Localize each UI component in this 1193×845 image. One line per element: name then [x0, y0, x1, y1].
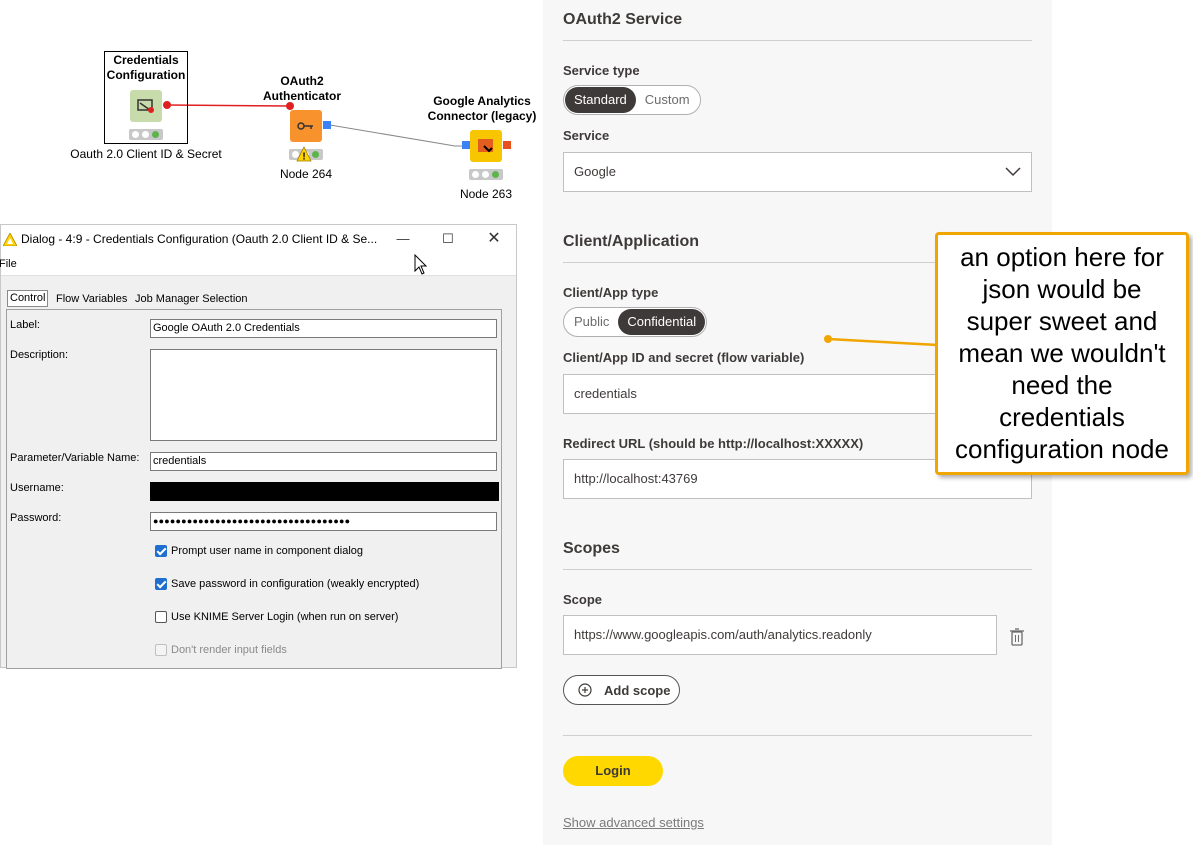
client-type-toggle: Public Confidential	[563, 307, 708, 337]
scope-input[interactable]: https://www.googleapis.com/auth/analytic…	[563, 615, 997, 655]
callout-pointer	[824, 335, 939, 347]
analytics-input-port[interactable]	[462, 141, 470, 149]
credentials-node-title: Credentials Configuration	[106, 53, 186, 82]
scopes-heading: Scopes	[563, 540, 620, 557]
annotation-callout: an option here for json would be super s…	[935, 232, 1189, 475]
divider	[563, 735, 1032, 736]
divider	[563, 40, 1032, 41]
service-select[interactable]: Google	[563, 152, 1032, 192]
credentials-node-caption[interactable]: Oauth 2.0 Client ID & Secret	[62, 147, 230, 161]
credentials-node-status	[129, 129, 163, 140]
service-type-custom[interactable]: Custom	[636, 87, 699, 113]
server-login-label: Use KNIME Server Login (when run on serv…	[171, 611, 399, 623]
chevron-down-icon	[1005, 167, 1021, 177]
oauth2-node-caption[interactable]: Node 264	[256, 167, 356, 181]
show-advanced-settings-link[interactable]: Show advanced settings	[563, 815, 704, 830]
warning-icon: !	[296, 146, 312, 162]
oauth2-service-heading: OAuth2 Service	[563, 11, 683, 28]
tab-flow-variables[interactable]: Flow Variables	[56, 292, 127, 307]
service-label: Service	[563, 128, 610, 143]
credentials-dialog: Dialog - 4:9 - Credentials Configuration…	[0, 224, 517, 669]
parameter-input[interactable]: credentials	[150, 452, 497, 471]
scope-label: Scope	[563, 592, 603, 607]
svg-text:!: !	[302, 152, 305, 163]
close-icon[interactable]: ✕	[484, 229, 504, 249]
save-password-label: Save password in configuration (weakly e…	[171, 578, 420, 590]
mouse-cursor-icon	[414, 254, 428, 275]
description-textarea[interactable]	[150, 349, 497, 441]
menu-file[interactable]: File	[0, 258, 17, 270]
trash-icon[interactable]	[1009, 628, 1025, 646]
client-id-label: Client/App ID and secret (flow variable)	[563, 350, 805, 365]
login-button[interactable]: Login	[563, 756, 663, 786]
service-type-standard[interactable]: Standard	[565, 87, 636, 113]
client-type-label: Client/App type	[563, 285, 659, 300]
tab-control[interactable]: Control	[7, 290, 49, 307]
add-scope-button[interactable]: Add scope	[563, 675, 680, 705]
callout-text: an option here for json would be super s…	[955, 242, 1169, 464]
credentials-icon[interactable]	[130, 90, 162, 122]
maximize-icon[interactable]: ☐	[438, 229, 458, 249]
plus-circle-icon	[578, 683, 592, 697]
analytics-node-status	[469, 169, 503, 180]
client-application-heading: Client/Application	[563, 233, 699, 250]
server-login-checkbox[interactable]	[155, 611, 167, 623]
analytics-connector-icon[interactable]	[470, 130, 502, 162]
dialog-titlebar[interactable]: Dialog - 4:9 - Credentials Configuration…	[1, 225, 516, 253]
prompt-username-label: Prompt user name in component dialog	[171, 545, 363, 557]
analytics-node-title: Google Analytics Connector (legacy)	[427, 94, 537, 123]
prompt-username-checkbox[interactable]	[155, 545, 167, 557]
save-password-checkbox[interactable]	[155, 578, 167, 590]
client-type-public[interactable]: Public	[565, 309, 618, 335]
client-type-confidential[interactable]: Confidential	[618, 309, 706, 335]
analytics-output-port[interactable]	[503, 141, 511, 149]
username-input-redacted[interactable]	[150, 482, 499, 501]
description-field-label: Description:	[10, 349, 69, 361]
oauth2-node-title: OAuth2 Authenticator	[263, 74, 341, 103]
key-icon[interactable]	[290, 110, 322, 142]
label-field-label: Label:	[10, 319, 40, 331]
redirect-url-label: Redirect URL (should be http://localhost…	[563, 436, 864, 451]
control-panel: Label: Google OAuth 2.0 Credentials Desc…	[6, 309, 502, 669]
dont-render-label: Don't render input fields	[171, 644, 287, 656]
minimize-icon[interactable]: —	[393, 229, 413, 249]
service-type-label: Service type	[563, 63, 640, 78]
connection-oauth2-analytics	[329, 124, 466, 147]
divider	[563, 569, 1032, 570]
dont-render-checkbox	[155, 644, 167, 656]
parameter-field-label: Parameter/Variable Name:	[10, 452, 140, 464]
password-input[interactable]: ●●●●●●●●●●●●●●●●●●●●●●●●●●●●●●●●●●●	[150, 512, 497, 531]
add-scope-label: Add scope	[604, 683, 671, 698]
dialog-title: Dialog - 4:9 - Credentials Configuration…	[21, 232, 378, 246]
service-type-toggle: Standard Custom	[563, 85, 701, 115]
oauth2-output-port[interactable]	[323, 121, 331, 129]
service-selected-value: Google	[574, 164, 616, 179]
dialog-menubar: File	[0, 253, 516, 276]
tab-job-manager-selection[interactable]: Job Manager Selection	[135, 292, 248, 307]
password-field-label: Password:	[10, 512, 62, 524]
knime-warning-logo-icon	[3, 233, 17, 246]
analytics-node-caption[interactable]: Node 263	[436, 187, 536, 201]
username-field-label: Username:	[10, 482, 64, 494]
label-input[interactable]: Google OAuth 2.0 Credentials	[150, 319, 497, 338]
